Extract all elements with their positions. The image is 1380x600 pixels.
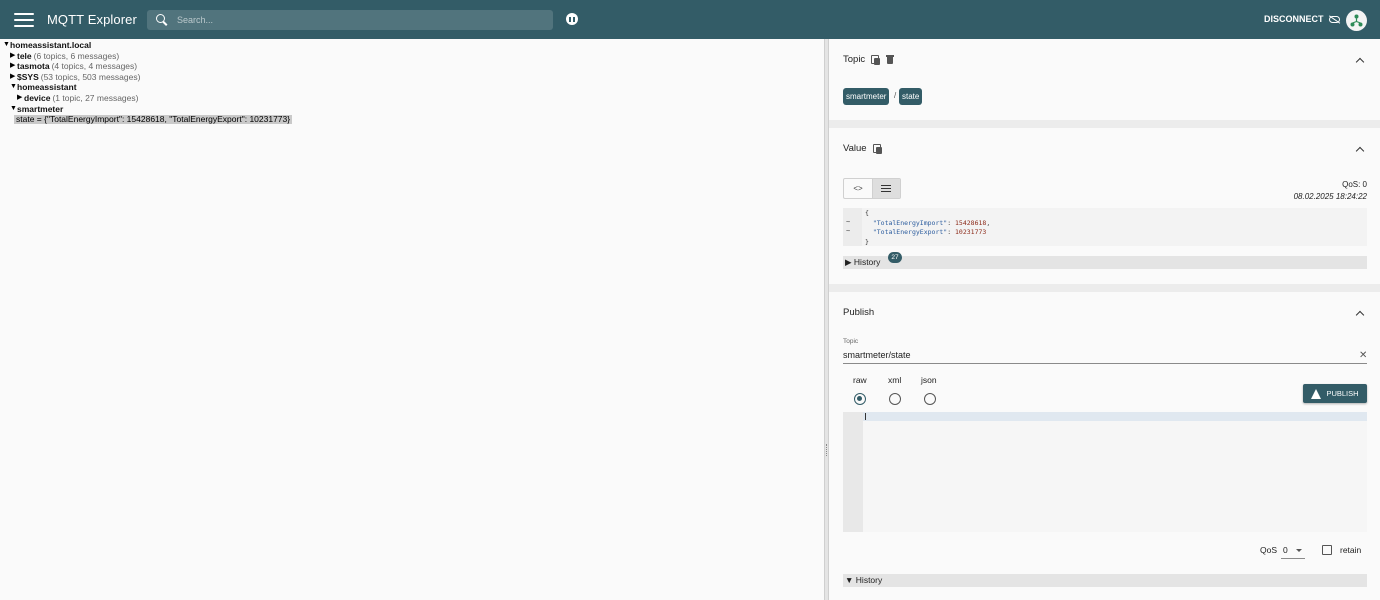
value-card-header: Value [843, 143, 882, 154]
expanded-arrow-icon: ▼ [10, 104, 17, 112]
topic-card-header: Topic [843, 54, 895, 65]
history-count-badge: 27 [888, 252, 902, 263]
text-caret [865, 413, 866, 420]
collapsed-arrow-icon: ▶ [10, 72, 16, 80]
topic-card: Topic smartmeter / state [829, 39, 1380, 120]
tree-node-tasmota[interactable]: ▶ tasmota (4 topics, 4 messages) [0, 61, 824, 72]
details-panel: Topic smartmeter / state Value <> QoS: 0… [829, 39, 1380, 600]
editor-active-line [863, 412, 1367, 421]
change-icon: ~ [846, 227, 851, 235]
tree-node-state[interactable]: state = {"TotalEnergyImport": 15428618, … [0, 114, 824, 125]
change-icon: ~ [846, 218, 851, 226]
raw-view-button[interactable] [871, 179, 900, 198]
editor-gutter [843, 412, 863, 532]
qos-select[interactable]: 0 [1281, 543, 1305, 559]
json-lines: { "TotalEnergyImport": 15428618, "TotalE… [865, 209, 991, 246]
search-input[interactable] [177, 15, 547, 25]
search-bar[interactable] [147, 10, 553, 30]
tree-node-tele[interactable]: ▶ tele (6 topics, 6 messages) [0, 51, 824, 62]
network-icon [1350, 14, 1363, 27]
publish-card-header: Publish [843, 307, 875, 318]
tree-node-sys[interactable]: ▶ $SYS (53 topics, 503 messages) [0, 72, 824, 83]
tree-node-root[interactable]: ▼ homeassistant.local [0, 40, 824, 51]
delete-icon[interactable] [886, 54, 895, 65]
pause-icon[interactable] [566, 13, 578, 25]
app-avatar[interactable] [1346, 10, 1367, 31]
value-history-toggle[interactable]: ▶ History [843, 256, 1367, 269]
drag-handle-icon[interactable] [826, 444, 828, 456]
qos-label: QoS [1260, 545, 1278, 555]
tree-node-homeassistant[interactable]: ▼ homeassistant [0, 82, 824, 93]
publish-topic-input[interactable]: smartmeter/state [843, 348, 1367, 364]
topic-separator: / [894, 91, 897, 100]
menu-icon[interactable] [14, 12, 34, 27]
collapse-chevron-icon[interactable] [1355, 309, 1364, 318]
expanded-arrow-icon: ▼ [10, 83, 17, 91]
app-bar: MQTT Explorer DISCONNECT [0, 0, 1380, 39]
disconnect-button[interactable]: DISCONNECT [1264, 14, 1340, 24]
message-timestamp: 08.02.2025 18:24:22 [1293, 192, 1367, 201]
value-code-view: ~ ~ { "TotalEnergyImport": 15428618, "To… [843, 208, 1367, 246]
diff-gutter: ~ ~ [843, 208, 862, 246]
publish-button[interactable]: PUBLISH [1303, 384, 1367, 403]
disconnect-label: DISCONNECT [1264, 14, 1324, 24]
topic-tree: ▼ homeassistant.local ▶ tele (6 topics, … [0, 39, 824, 600]
topic-chip-smartmeter[interactable]: smartmeter [843, 88, 890, 105]
copy-icon[interactable] [871, 54, 881, 65]
collapsed-arrow-icon: ▶ [845, 257, 852, 267]
collapsed-arrow-icon: ▶ [17, 93, 23, 101]
collapse-chevron-icon[interactable] [1355, 145, 1364, 154]
cloud-off-icon [1328, 15, 1340, 23]
expanded-arrow-icon: ▼ [3, 41, 10, 48]
lines-icon [881, 185, 892, 192]
tree-node-smartmeter[interactable]: ▼ smartmeter [0, 104, 824, 115]
topic-field-label: Topic [843, 338, 859, 345]
retain-checkbox[interactable] [1322, 545, 1332, 555]
app-title: MQTT Explorer [47, 12, 137, 27]
tree-leaf-value[interactable]: state = {"TotalEnergyImport": 15428618, … [14, 114, 293, 124]
message-info: QoS: 0 08.02.2025 18:24:22 [1294, 179, 1367, 203]
search-icon [156, 14, 168, 26]
view-mode-toggle: <> [843, 178, 901, 199]
collapsed-arrow-icon: ▶ [10, 62, 16, 70]
code-view-button[interactable]: <> [844, 179, 872, 198]
format-radio-raw[interactable] [854, 393, 866, 405]
clear-icon[interactable]: ✕ [1359, 350, 1367, 361]
tree-node-device[interactable]: ▶ device (1 topic, 27 messages) [0, 93, 824, 104]
collapse-chevron-icon[interactable] [1355, 56, 1364, 65]
payload-editor[interactable] [843, 412, 1367, 532]
format-radio-xml[interactable] [889, 393, 901, 405]
expanded-arrow-icon: ▼ [845, 575, 854, 585]
format-radio-json[interactable] [924, 393, 936, 405]
retain-label: retain [1340, 545, 1362, 555]
format-label-json: json [921, 375, 937, 385]
format-label-xml: xml [888, 375, 902, 385]
publish-history-toggle[interactable]: ▼ History [843, 574, 1367, 587]
copy-icon[interactable] [872, 143, 882, 154]
collapsed-arrow-icon: ▶ [10, 51, 16, 59]
qos-indicator: QoS: 0 [1342, 180, 1367, 189]
format-label-raw: raw [853, 375, 867, 385]
topic-chip-state[interactable]: state [899, 88, 923, 105]
send-icon [1311, 388, 1322, 399]
